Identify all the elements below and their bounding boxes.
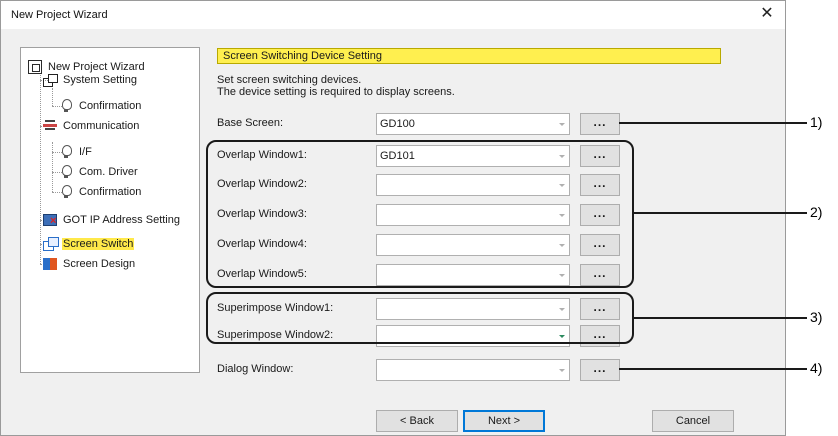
tree-item-communication[interactable]: Communication [43,117,140,135]
bulb-icon [59,145,73,159]
combo-value: GD100 [380,118,415,130]
tree-item-got-ip-address-setting[interactable]: GOT IP Address Setting [43,211,181,229]
callout-4-leader [619,368,807,370]
callout-4: 4) [810,360,823,376]
chevron-down-icon[interactable] [559,369,565,372]
tree-item-label: Screen Switch [62,238,135,250]
back-button[interactable]: < Back [376,410,458,432]
tree-item-com-driver[interactable]: Com. Driver [59,163,139,181]
bulb-icon [59,165,73,179]
tree-item-label: Com. Driver [79,166,138,178]
overlap-windows-group-outline [206,140,634,288]
system-icon [43,73,58,87]
callout-2: 2) [810,204,823,220]
dialog-window-combo[interactable] [376,359,570,381]
close-icon[interactable]: ✕ [753,3,781,25]
bulb-icon [59,185,73,199]
tree-item-label: Confirmation [79,100,142,112]
tree-item-label: Communication [63,120,140,132]
tree-item-screen-design[interactable]: Screen Design [43,255,136,273]
bulb-icon [59,99,73,113]
title-bar: New Project Wizard ✕ [1,1,785,29]
tree-item-label: Confirmation [79,186,142,198]
tree-item-label: GOT IP Address Setting [63,214,180,226]
tree-item-if[interactable]: I/F [59,143,93,161]
window-title: New Project Wizard [11,9,108,21]
base-screen-label: Base Screen: [217,117,284,129]
base-screen-combo[interactable]: GD100 [376,113,570,135]
screen-design-icon [43,257,57,271]
wizard-icon [28,60,42,74]
screen-switch-icon [43,237,59,251]
callout-1: 1) [810,114,823,130]
callout-2-leader [634,212,807,214]
callout-3: 3) [810,309,823,325]
communication-icon [43,119,57,133]
tree-item-label: I/F [79,146,92,158]
base-screen-browse-button[interactable]: ... [580,113,620,135]
tree-item-label: Screen Design [63,258,136,270]
dialog-window-label: Dialog Window: [217,363,294,375]
tree-item-confirmation[interactable]: Confirmation [59,97,142,115]
dialog-window-browse-button[interactable]: ... [580,359,620,381]
callout-3-leader [634,317,807,319]
callout-1-leader [619,122,807,124]
chevron-down-icon[interactable] [559,123,565,126]
cancel-button[interactable]: Cancel [652,410,734,432]
tree-item-label: System Setting [63,74,137,86]
superimpose-windows-group-outline [206,292,634,344]
tree-item-system-setting[interactable]: System Setting [43,71,138,89]
section-header: Screen Switching Device Setting [217,48,721,64]
description-line-1: Set screen switching devices. [217,74,362,86]
network-icon [43,213,57,227]
next-button[interactable]: Next > [463,410,545,432]
tree-item-screen-switch[interactable]: Screen Switch [43,235,135,253]
description-line-2: The device setting is required to displa… [217,86,455,98]
wizard-steps-tree: New Project Wizard System Setting Confir… [20,47,200,373]
tree-item-confirmation-2[interactable]: Confirmation [59,183,142,201]
